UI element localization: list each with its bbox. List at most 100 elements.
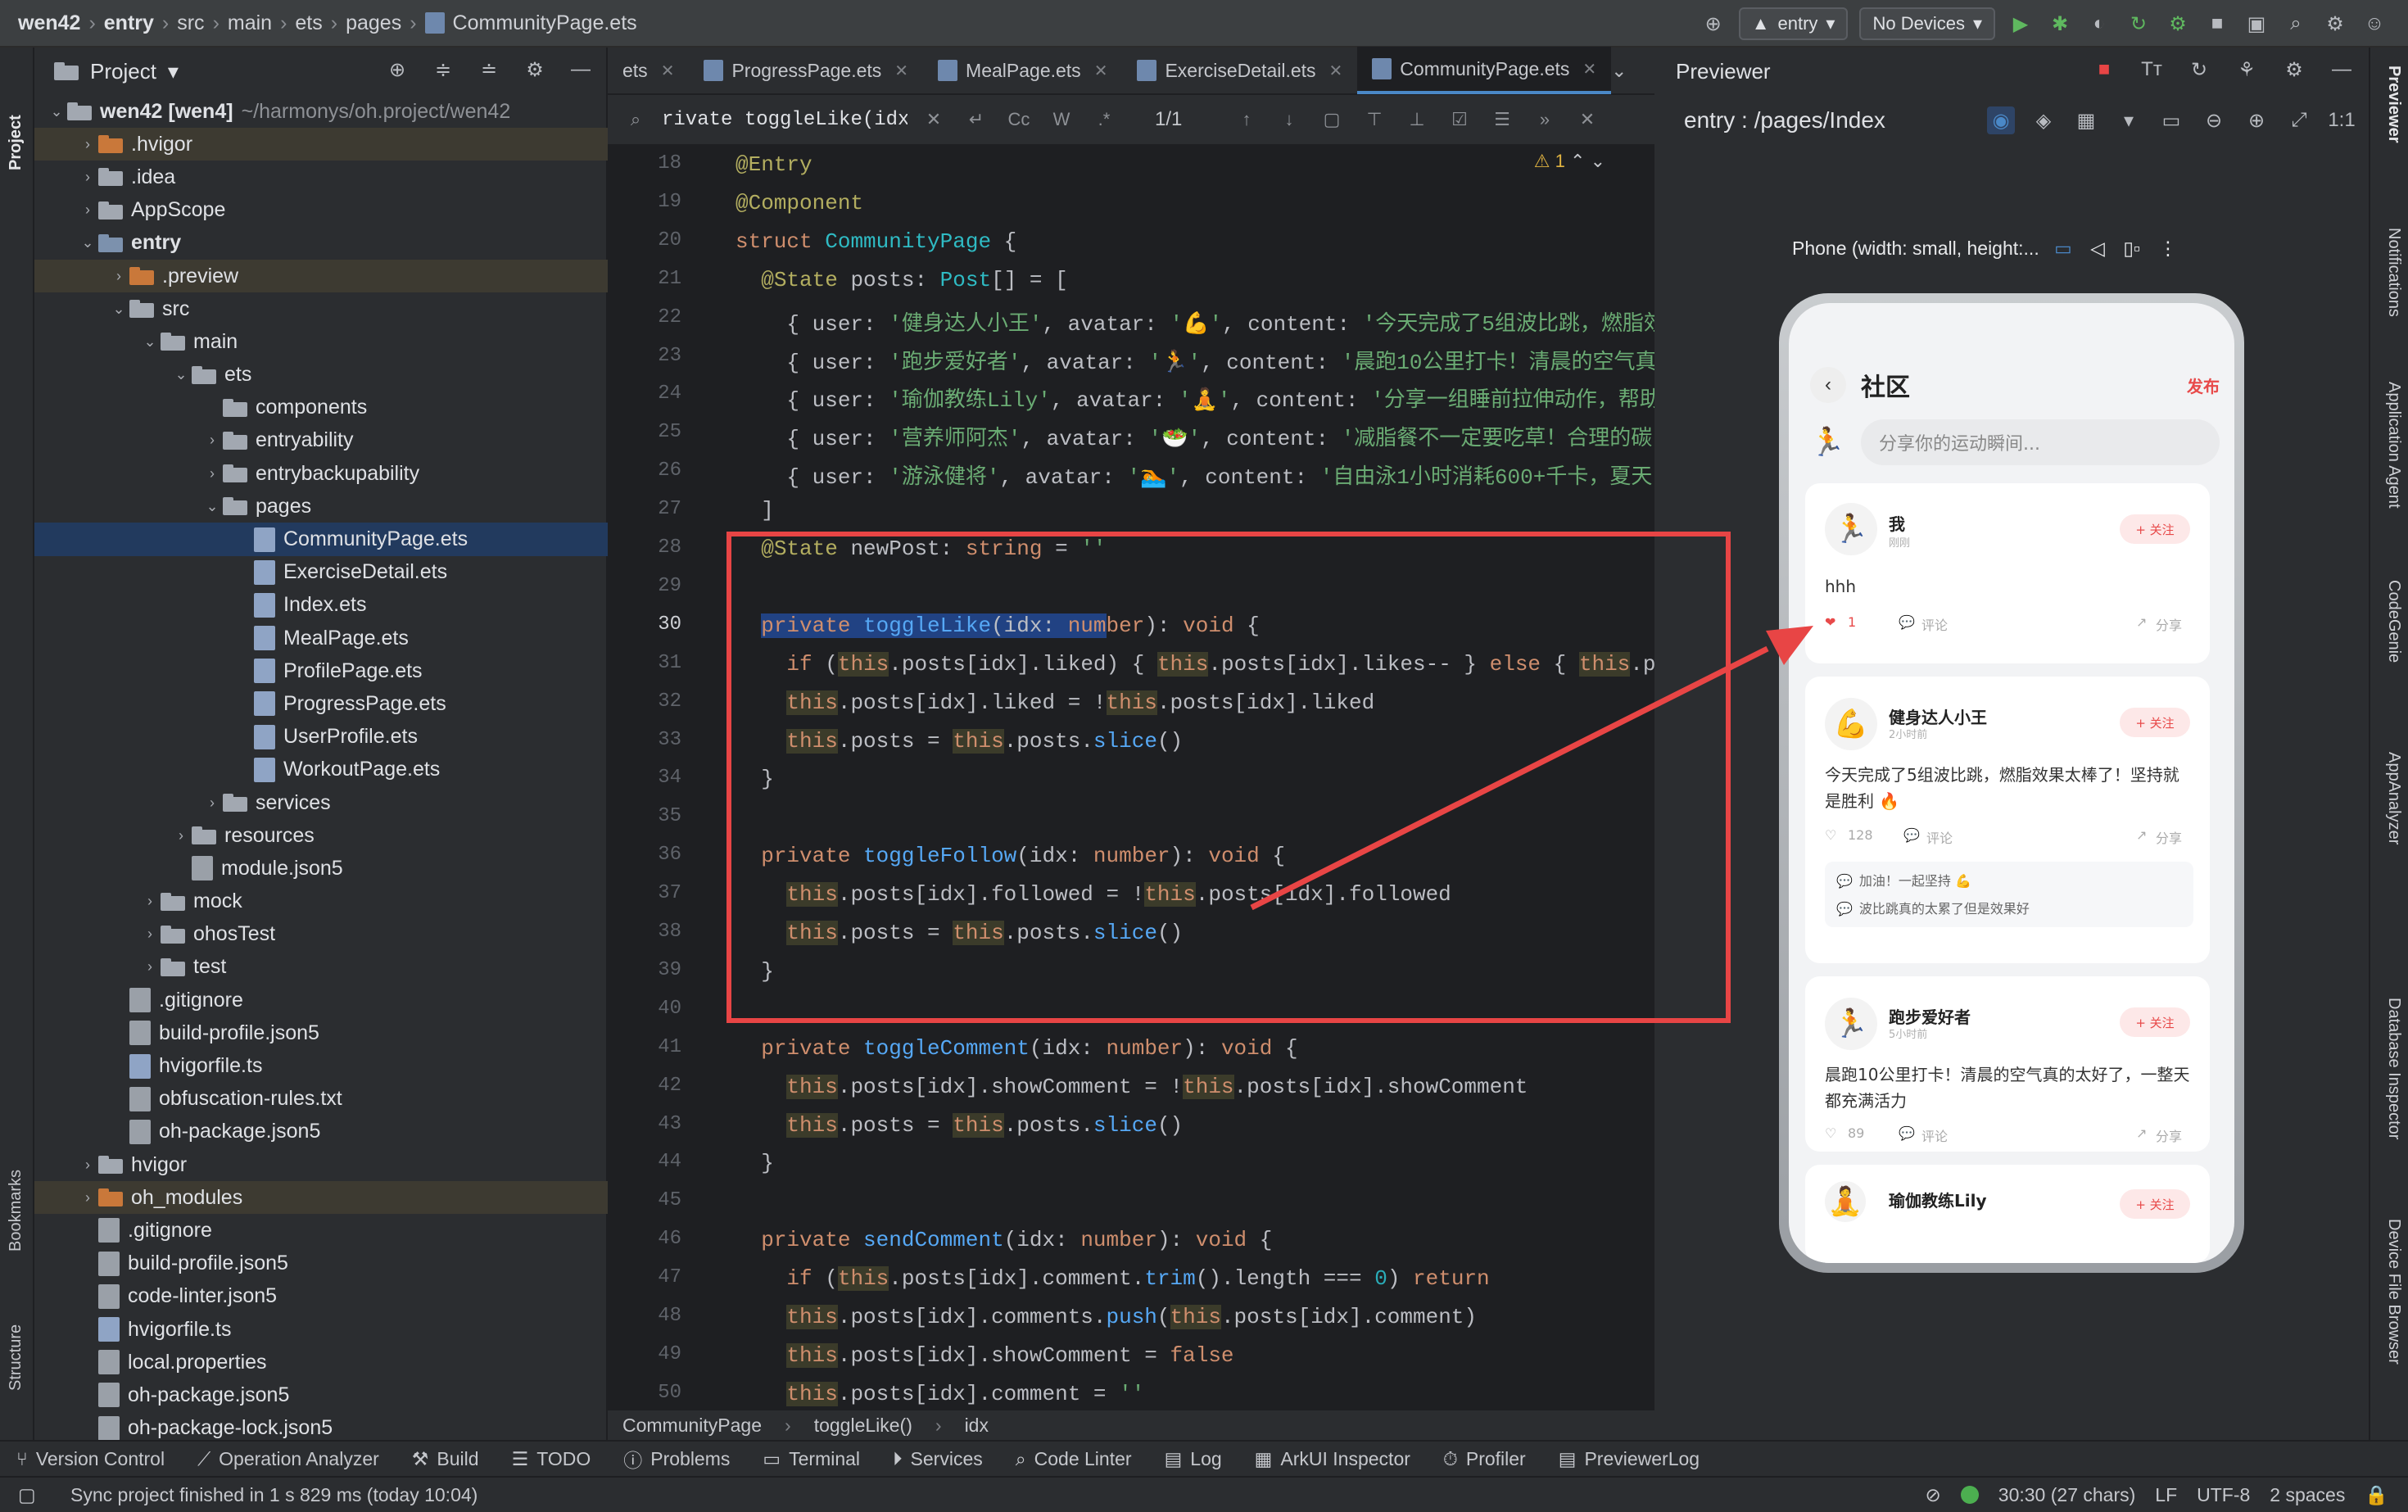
apply-changes-icon[interactable]: ↻ (2125, 10, 2152, 38)
database-inspector-tool-button[interactable]: Database Inspector (2384, 998, 2403, 1139)
hide-icon[interactable]: — (2328, 56, 2356, 84)
chevron-right-icon[interactable]: › (77, 1157, 98, 1174)
inspector-icon[interactable]: ⚘ (2233, 56, 2261, 84)
tree-item[interactable]: module.json5 (34, 852, 608, 885)
settings-icon[interactable]: ⚙ (2321, 10, 2349, 38)
refresh-icon[interactable]: ↻ (2185, 56, 2213, 84)
previewer-tool-button[interactable]: Previewer (2384, 66, 2403, 143)
chevron-right-icon[interactable]: › (77, 1189, 98, 1206)
tree-item[interactable]: › oh_modules (34, 1181, 608, 1215)
post-user[interactable]: 健身达人小王 (1889, 704, 1987, 728)
tree-item[interactable]: ⌄ src (34, 292, 608, 325)
editor-tab[interactable]: CommunityPage.ets ✕ (1357, 47, 1612, 94)
tree-item[interactable]: › .idea (34, 161, 608, 193)
tree-item[interactable]: oh-package.json5 (34, 1116, 608, 1148)
tree-item[interactable]: WorkoutPage.ets (34, 754, 608, 786)
zoom-out-icon[interactable]: ⊖ (2200, 106, 2228, 134)
warning-indicator[interactable]: ⚠ 1 ⌃ ⌄ (1534, 151, 1605, 172)
arkui-inspector-tab[interactable]: ▦ ArkUI Inspector (1238, 1448, 1427, 1470)
remove-selection-icon[interactable]: ⊥ (1401, 109, 1433, 130)
tree-item[interactable]: ProgressPage.ets (34, 687, 608, 720)
tree-item[interactable]: CommunityPage.ets (34, 523, 608, 556)
chevron-down-icon[interactable]: ⌄ (108, 301, 129, 318)
tree-item[interactable]: › mock (34, 885, 608, 918)
history-icon[interactable]: ↵ (960, 109, 993, 130)
attach-debugger-icon[interactable]: ◐ (2085, 10, 2113, 38)
tree-item[interactable]: oh-package.json5 (34, 1378, 608, 1411)
editor-tab[interactable]: ets ✕ (608, 47, 689, 94)
code-line[interactable]: { user: '营养师阿杰', avatar: '🥗', content: '… (736, 421, 1652, 451)
code-line[interactable]: if (this.posts[idx].comment.trim().lengt… (736, 1266, 1490, 1292)
chevron-right-icon[interactable]: › (108, 268, 129, 285)
share-button[interactable]: 分享 (2156, 1125, 2182, 1145)
close-tab-icon[interactable]: ✕ (1094, 61, 1108, 81)
search-icon[interactable]: ⌕ (2282, 10, 2310, 38)
status-message[interactable]: Sync project finished in 1 s 829 ms (tod… (70, 1484, 478, 1506)
heart-icon[interactable]: ❤ (1825, 614, 1835, 630)
device-manager-icon[interactable]: ▣ (2243, 10, 2270, 38)
chevron-down-icon[interactable]: ⌄ (170, 366, 192, 383)
match-case-toggle[interactable]: Cc (1003, 109, 1035, 130)
code-area[interactable]: ⚠ 1 ⌃ ⌄ 18 @Entry 19 @Component 20 struct Com… (608, 146, 1668, 1445)
chevron-down-icon[interactable]: ▾ (168, 59, 179, 84)
codegenie-tool-button[interactable]: CodeGenie (2384, 580, 2403, 663)
add-selection-icon[interactable]: ⊤ (1358, 109, 1391, 130)
account-icon[interactable]: ☺ (2360, 10, 2388, 38)
tree-item[interactable]: ExerciseDetail.ets (34, 556, 608, 589)
code-line[interactable]: this.posts[idx].followed = !this.posts[i… (736, 882, 1451, 908)
crumb-param[interactable]: idx (965, 1415, 989, 1437)
code-line[interactable]: this.posts[idx].liked = !this.posts[idx]… (736, 690, 1374, 715)
frame-icon[interactable]: ▭ (2157, 106, 2185, 134)
chevron-down-icon[interactable]: ⌄ (46, 103, 67, 120)
tree-item[interactable]: .gitignore (34, 984, 608, 1016)
collapse-all-icon[interactable]: ≐ (475, 56, 503, 84)
find-input[interactable]: rivate toggleLike(idx: num (662, 109, 908, 131)
crumb-struct[interactable]: CommunityPage (622, 1415, 762, 1437)
module-select[interactable]: ▲ entry ▾ (1738, 7, 1849, 40)
code-line[interactable]: @Component (736, 191, 863, 215)
grid-icon[interactable]: ▦ (2072, 106, 2100, 134)
tree-item[interactable]: ⌄ pages (34, 490, 608, 523)
chevron-down-icon[interactable]: ▾ (2115, 106, 2143, 134)
code-line[interactable]: } (736, 1151, 774, 1175)
run-icon[interactable]: ▶ (2007, 10, 2035, 38)
breadcrumb-ets[interactable]: ets (295, 11, 322, 35)
code-line[interactable]: this.posts = this.posts.slice() (736, 1112, 1183, 1138)
tree-item[interactable]: hvigorfile.ts (34, 1049, 608, 1082)
share-button[interactable]: 分享 (2156, 614, 2182, 634)
tree-item[interactable]: › entrybackupability (34, 457, 608, 490)
target-icon[interactable]: ⊕ (1700, 10, 1727, 38)
debug-icon[interactable]: ✱ (2046, 10, 2074, 38)
follow-button[interactable]: + 关注 (2120, 708, 2190, 737)
status-window-icon[interactable]: ▢ (18, 1484, 43, 1506)
tree-item[interactable]: build-profile.json5 (34, 1016, 608, 1049)
editor-tab[interactable]: ProgressPage.ets ✕ (689, 47, 923, 94)
tree-item[interactable]: MealPage.ets (34, 622, 608, 654)
services-tab[interactable]: ⏵ Services (876, 1448, 999, 1470)
back-button[interactable]: ‹ (1810, 367, 1846, 403)
one-to-one-icon[interactable]: 1:1 (2328, 106, 2356, 134)
no-network-icon[interactable]: ⊘ (1926, 1484, 1941, 1506)
publish-button[interactable]: 发布 (2187, 373, 2220, 397)
rotate-icon[interactable]: ◁ (2090, 238, 2105, 259)
device-select[interactable]: No Devices ▾ (1859, 7, 1995, 40)
code-line[interactable]: this.posts = this.posts.slice() (736, 728, 1183, 754)
tree-item[interactable]: Index.ets (34, 589, 608, 622)
share-icon[interactable]: ↗ (2136, 1125, 2147, 1141)
heart-icon[interactable]: ♡ (1825, 1125, 1836, 1141)
chevron-right-icon[interactable]: › (77, 136, 98, 153)
tree-item[interactable]: code-linter.json5 (34, 1280, 608, 1313)
follow-button[interactable]: + 关注 (2120, 1189, 2190, 1219)
editor-tab[interactable]: MealPage.ets ✕ (923, 47, 1122, 94)
tree-item[interactable]: ⌄ entry (34, 227, 608, 260)
code-line[interactable]: this.posts[idx].comment = '' (736, 1381, 1144, 1406)
build-tab[interactable]: ⚒ Build (396, 1448, 496, 1470)
profiler-tab[interactable]: ⏱ Profiler (1427, 1448, 1542, 1470)
tree-item[interactable]: › hvigor (34, 1148, 608, 1181)
comment-icon[interactable]: 💬 (1903, 827, 1920, 843)
tree-item[interactable]: › resources (34, 819, 608, 852)
breadcrumb-file[interactable]: CommunityPage.ets (453, 11, 637, 35)
previewerlog-tab[interactable]: ▤ PreviewerLog (1542, 1448, 1716, 1470)
share-icon[interactable]: ↗ (2136, 827, 2147, 843)
close-tab-icon[interactable]: ✕ (661, 61, 675, 81)
